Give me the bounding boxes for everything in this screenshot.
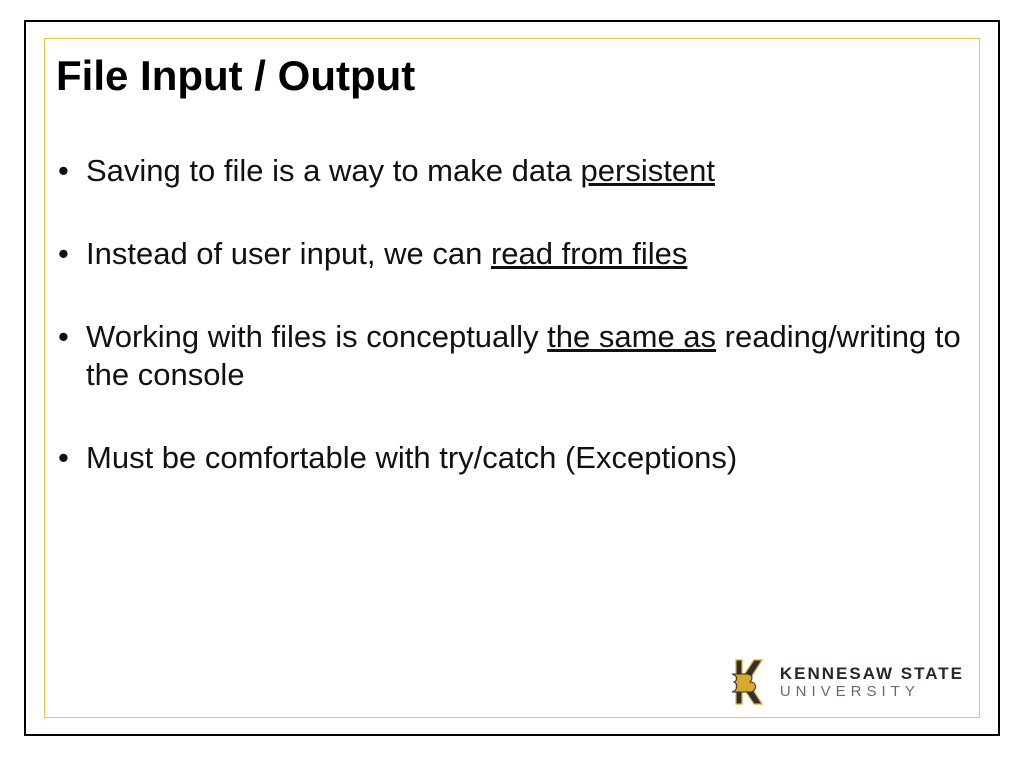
- university-logo: KENNESAW STATE UNIVERSITY: [726, 656, 964, 708]
- bullet-list: Saving to file is a way to make data per…: [56, 152, 968, 478]
- slide-content: File Input / Output Saving to file is a …: [56, 52, 968, 708]
- bullet-text-pre: Working with files is conceptually: [86, 319, 547, 354]
- bullet-text-pre: Must be comfortable with try/catch (Exce…: [86, 440, 737, 475]
- slide-title: File Input / Output: [56, 52, 968, 100]
- logo-line1: KENNESAW STATE: [780, 665, 964, 682]
- bullet-text-pre: Saving to file is a way to make data: [86, 153, 581, 188]
- bullet-text-underline: read from files: [491, 236, 687, 271]
- bullet-item: Must be comfortable with try/catch (Exce…: [56, 439, 968, 478]
- ks-logo-icon: [726, 656, 770, 708]
- bullet-item: Instead of user input, we can read from …: [56, 235, 968, 274]
- bullet-text-underline: the same as: [547, 319, 716, 354]
- bullet-text-underline: persistent: [581, 153, 715, 188]
- logo-text: KENNESAW STATE UNIVERSITY: [780, 665, 964, 699]
- bullet-item: Working with files is conceptually the s…: [56, 318, 968, 396]
- logo-line2: UNIVERSITY: [780, 684, 964, 699]
- bullet-text-pre: Instead of user input, we can: [86, 236, 491, 271]
- bullet-item: Saving to file is a way to make data per…: [56, 152, 968, 191]
